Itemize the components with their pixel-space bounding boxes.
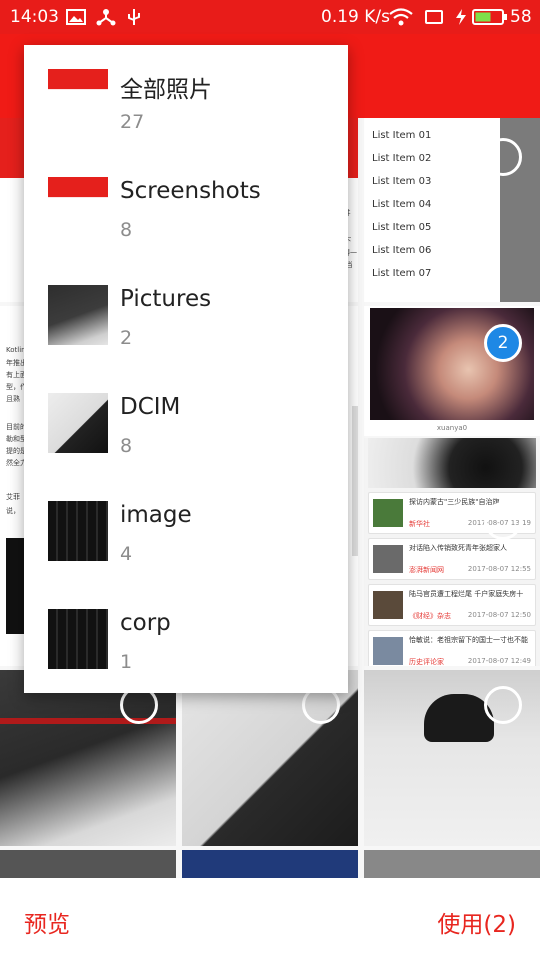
album-name: corp xyxy=(120,610,171,636)
album-name: 全部照片 xyxy=(120,77,212,103)
news-time: 2017-08-07 12:55 xyxy=(467,565,531,573)
news-thumbnail xyxy=(373,637,403,665)
photo-tile-list-screenshot[interactable]: List Item 01 List Item 02 List Item 03 List… xyxy=(364,118,540,302)
battery-icon xyxy=(472,9,507,25)
list-item: List Item 07 xyxy=(372,268,432,279)
wifi-icon xyxy=(389,8,413,26)
album-count: 2 xyxy=(120,327,133,349)
portrait-caption: xuanya0 xyxy=(436,424,468,432)
article-text: Kotlin xyxy=(6,346,26,354)
album-thumbnail xyxy=(48,393,108,453)
select-circle[interactable] xyxy=(484,138,522,176)
article-text: 且熟 xyxy=(6,395,20,403)
photo-tile-row4-2[interactable] xyxy=(182,850,358,878)
album-thumbnail xyxy=(48,501,108,561)
image-icon xyxy=(66,9,86,25)
selected-badge[interactable]: 2 xyxy=(484,324,522,362)
photo-tile-cap[interactable] xyxy=(364,670,540,846)
photo-tile-laptop[interactable] xyxy=(0,670,176,846)
album-count: 27 xyxy=(120,111,145,133)
use-button[interactable]: 使用(2) xyxy=(437,905,516,939)
preview-button[interactable]: 预览 xyxy=(24,905,70,939)
album-name: image xyxy=(120,502,192,528)
album-name: Screenshots xyxy=(120,178,261,204)
album-dropdown: 全部照片 27 Screenshots 8 Pictures 2 DCIM 8 image 4 co… xyxy=(24,45,348,693)
list-item: List Item 04 xyxy=(372,199,432,210)
usb-icon xyxy=(128,9,140,25)
list-item: List Item 01 xyxy=(372,130,432,141)
album-item[interactable]: 全部照片 27 xyxy=(24,45,348,153)
news-hero-image xyxy=(368,438,536,488)
album-item[interactable]: DCIM 8 xyxy=(24,369,348,477)
article-text: 说， xyxy=(6,507,20,515)
select-circle[interactable] xyxy=(484,686,522,724)
battery-level: 58 xyxy=(510,7,532,27)
album-thumbnail xyxy=(48,69,108,129)
select-circle[interactable] xyxy=(484,502,522,540)
charging-icon xyxy=(456,9,466,25)
news-thumbnail xyxy=(373,591,403,619)
news-thumbnail xyxy=(373,499,403,527)
news-thumbnail xyxy=(373,545,403,573)
album-count: 1 xyxy=(120,651,133,673)
news-source: 历史评论家 xyxy=(409,658,444,666)
list-item: List Item 06 xyxy=(372,245,432,256)
status-bar: 14:03 0.19 K/s 58 xyxy=(0,0,540,34)
news-card: 陆马官员遭工程烂尾 千户家庭失房十 《财经》杂志 2017-08-07 12:50 xyxy=(368,584,536,626)
article-text: 艾菲 xyxy=(6,493,20,501)
list-item: List Item 03 xyxy=(372,176,432,187)
photo-tile-row4-1[interactable] xyxy=(0,850,176,878)
album-count: 8 xyxy=(120,435,133,457)
list-item: List Item 05 xyxy=(372,222,432,233)
album-item[interactable]: Pictures 2 xyxy=(24,261,348,369)
photo-tile-news-feed[interactable]: 探访内蒙古"三少民族"自治旗 新华社 2017-08-07 13:19 对话陷入传销致… xyxy=(364,438,540,666)
news-time: 2017-08-07 12:50 xyxy=(467,611,531,619)
news-source: 《财经》杂志 xyxy=(409,612,451,620)
usb-tether-icon xyxy=(96,9,116,26)
news-title: 恰敏说：老祖宗留下的国士一寸也不能 xyxy=(409,636,528,644)
bottom-action-bar: 预览 使用(2) xyxy=(0,878,540,960)
news-card: 对话陷入传销致死青年张超家人 澎湃新闻网 2017-08-07 12:55 xyxy=(368,538,536,580)
network-speed: 0.19 K/s xyxy=(321,7,390,27)
list-item: List Item 02 xyxy=(372,153,432,164)
status-time: 14:03 xyxy=(10,7,59,27)
news-source: 澎湃新闻网 xyxy=(409,566,444,574)
album-count: 4 xyxy=(120,543,133,565)
photo-tile-portrait[interactable]: xuanya0 2 xyxy=(364,306,540,436)
news-title: 陆马官员遭工程烂尾 千户家庭失房十 xyxy=(409,590,524,598)
album-name: Pictures xyxy=(120,286,212,312)
photo-tile-desk-phone[interactable] xyxy=(182,670,358,846)
album-item[interactable]: Screenshots 8 xyxy=(24,153,348,261)
tile-edge xyxy=(352,406,358,556)
album-thumbnail xyxy=(48,177,108,237)
news-source: 新华社 xyxy=(409,520,430,528)
album-thumbnail xyxy=(48,285,108,345)
article-photo xyxy=(6,538,26,634)
news-title: 对话陷入传销致死青年张超家人 xyxy=(409,544,507,552)
album-thumbnail xyxy=(48,609,108,669)
album-count: 8 xyxy=(120,219,133,241)
album-item[interactable]: corp 1 xyxy=(24,585,348,693)
photo-tile-row4-3[interactable] xyxy=(364,850,540,878)
album-name: DCIM xyxy=(120,394,181,420)
screen-icon xyxy=(425,10,443,24)
news-time: 2017-08-07 12:49 xyxy=(467,657,531,665)
album-item[interactable]: image 4 xyxy=(24,477,348,585)
news-card: 恰敏说：老祖宗留下的国士一寸也不能 历史评论家 2017-08-07 12:49 xyxy=(368,630,536,666)
